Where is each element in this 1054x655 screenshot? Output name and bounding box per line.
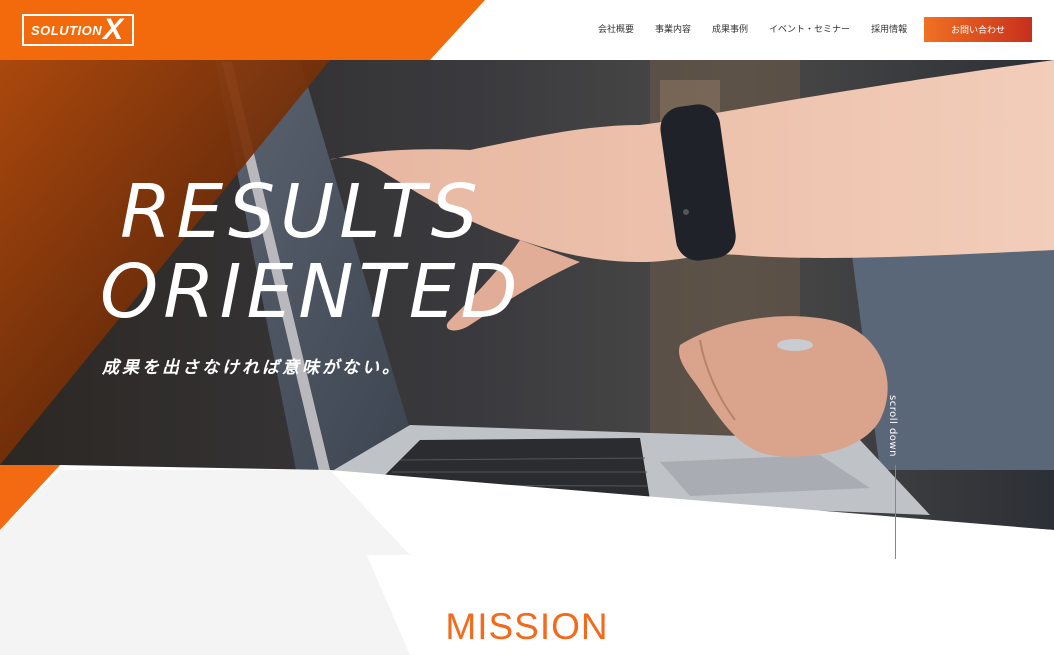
nav-item-cases[interactable]: 成果事例 bbox=[712, 22, 748, 35]
scroll-line bbox=[895, 465, 896, 559]
nav-item-recruit[interactable]: 採用情報 bbox=[871, 22, 907, 35]
contact-button[interactable]: お問い合わせ bbox=[924, 17, 1032, 42]
hero-headline: RESULTS ORIENTED bbox=[100, 172, 523, 332]
main-nav: 会社概要 事業内容 成果事例 イベント・セミナー 採用情報 bbox=[598, 22, 907, 35]
headline-line-1: RESULTS bbox=[120, 169, 483, 255]
hero-tagline: 成果を出さなければ意味がない。 bbox=[102, 358, 402, 378]
scroll-down-indicator[interactable]: scroll down bbox=[887, 395, 907, 559]
headline-line-2: ORIENTED bbox=[100, 249, 523, 335]
nav-item-company[interactable]: 会社概要 bbox=[598, 22, 634, 35]
scroll-down-label: scroll down bbox=[887, 395, 898, 457]
logo-word: SOLUTION bbox=[31, 22, 103, 38]
nav-item-events[interactable]: イベント・セミナー bbox=[769, 22, 850, 35]
section-title: MISSION bbox=[445, 606, 609, 647]
nav-item-services[interactable]: 事業内容 bbox=[655, 22, 691, 35]
logo[interactable]: SOLUTION X bbox=[22, 14, 134, 46]
logo-mark: X bbox=[103, 14, 123, 46]
site-header: SOLUTION X 会社概要 事業内容 成果事例 イベント・セミナー 採用情報… bbox=[0, 0, 1054, 60]
